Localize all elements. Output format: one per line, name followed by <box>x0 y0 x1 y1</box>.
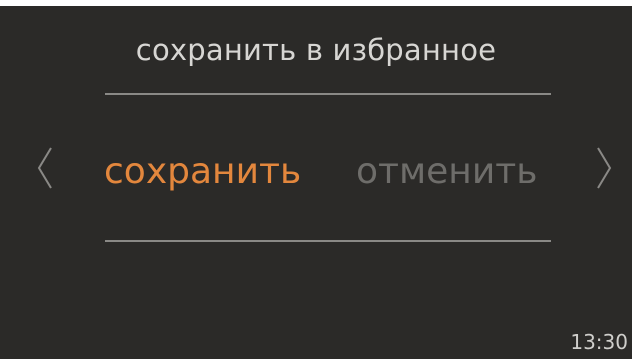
top-divider <box>105 93 551 95</box>
clock-time: 13:30 <box>570 330 628 354</box>
save-option-button[interactable]: сохранить <box>104 150 301 194</box>
chevron-left-icon[interactable] <box>33 144 57 192</box>
dialog-title: сохранить в избранное <box>135 33 497 67</box>
device-screen: сохранить в избранное сохранить отменить… <box>0 6 632 359</box>
chevron-right-icon[interactable] <box>592 144 616 192</box>
bottom-divider <box>105 240 551 242</box>
cancel-option-button[interactable]: отменить <box>356 150 537 194</box>
